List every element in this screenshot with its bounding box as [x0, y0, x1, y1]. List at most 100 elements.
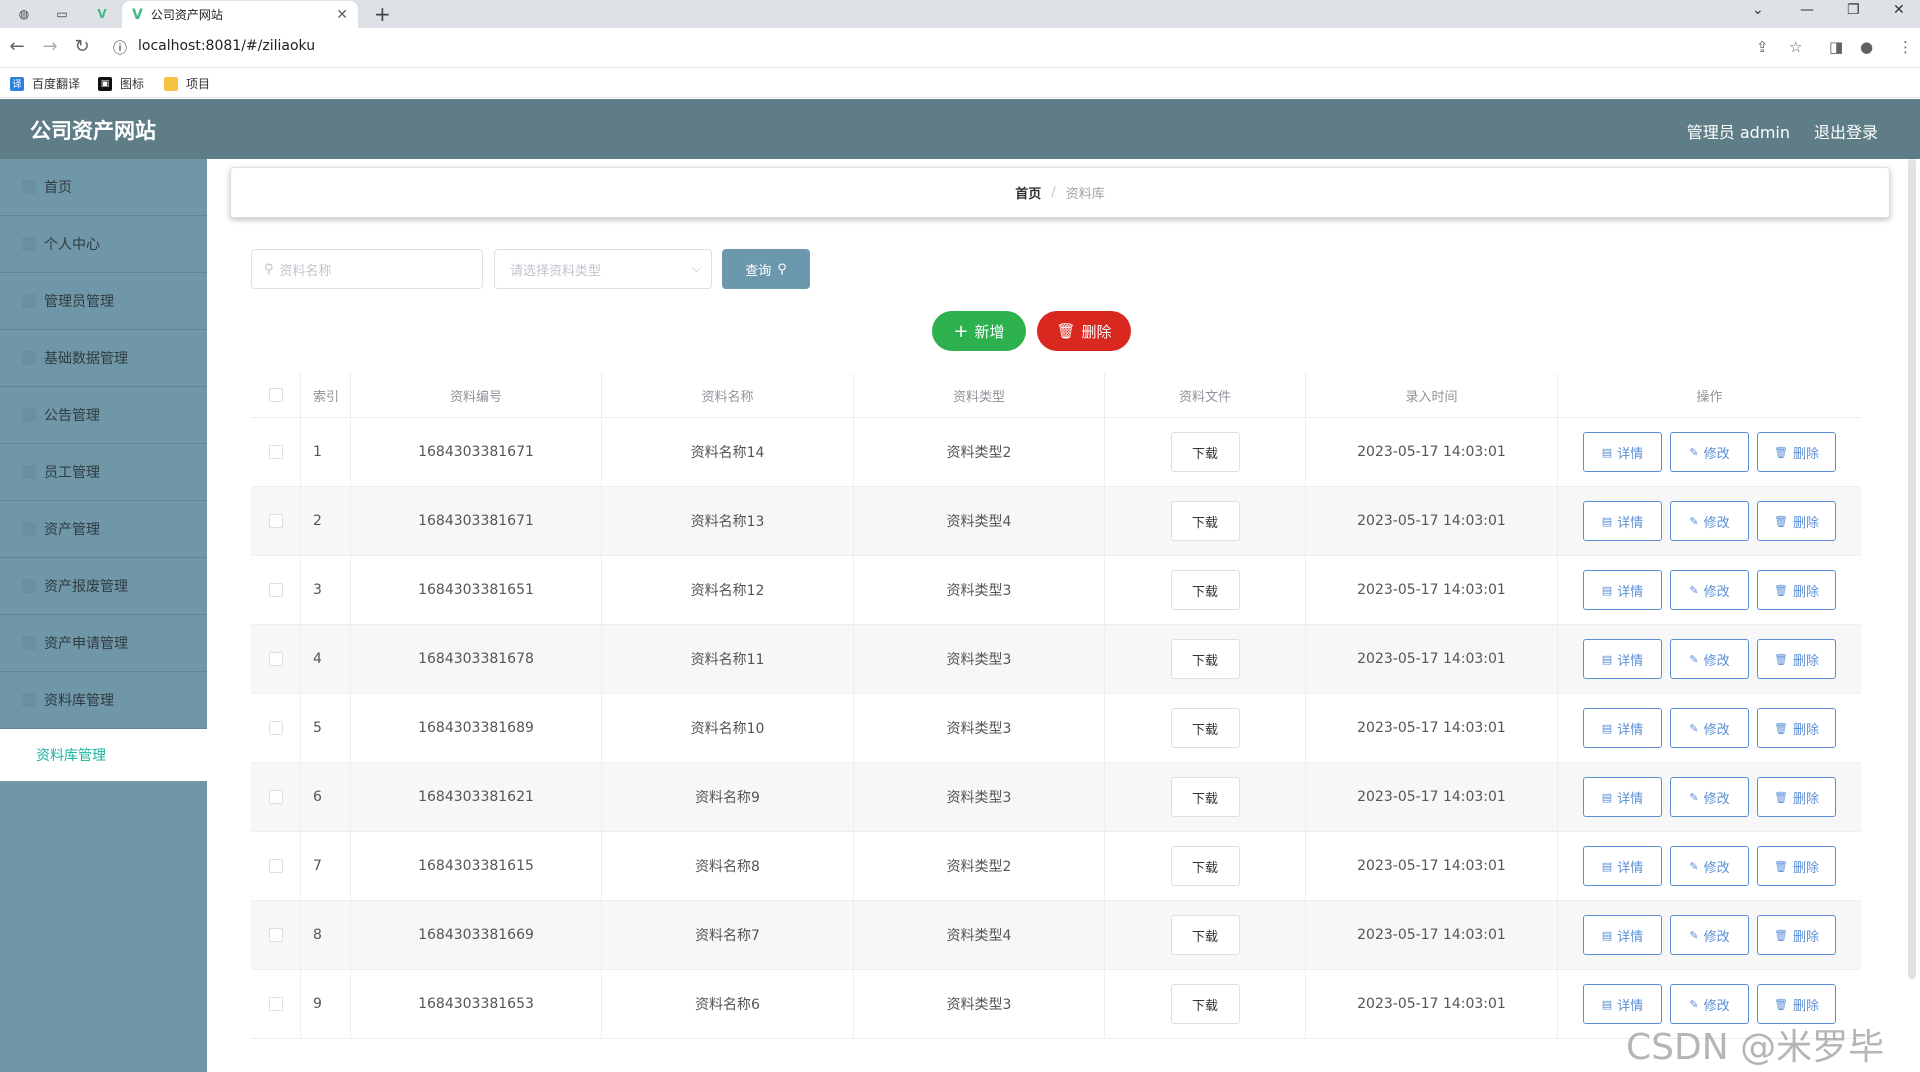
share-icon[interactable]: ⇪ [1756, 38, 1769, 56]
type-select[interactable]: 请选择资料类型 ⌵ [494, 249, 712, 289]
row-checkbox[interactable] [268, 514, 283, 528]
detail-button[interactable]: ▤ 详情 [1583, 915, 1662, 955]
sidebar-item-home[interactable]: 首页 [0, 159, 207, 216]
menu-dots-icon[interactable]: ⋮ [1898, 38, 1913, 56]
sidebar-item-profile[interactable]: 个人中心 [0, 216, 207, 273]
new-tab-icon[interactable]: + [374, 2, 391, 26]
row-delete-button[interactable]: 🗑 删除 [1757, 501, 1836, 541]
profile-icon[interactable]: ● [1860, 38, 1873, 56]
detail-button[interactable]: ▤ 详情 [1583, 432, 1662, 472]
restore-icon[interactable]: ❐ [1847, 2, 1860, 18]
batch-delete-button[interactable]: 🗑 删除 [1037, 311, 1131, 351]
row-delete-button[interactable]: 🗑 删除 [1757, 639, 1836, 679]
library-icon [22, 693, 36, 707]
row-delete-button[interactable]: 🗑 删除 [1757, 777, 1836, 817]
table-row: 4 1684303381678 资料名称11 资料类型3 下载 2023-05-17 14… [251, 625, 1861, 694]
row-checkbox[interactable] [268, 997, 283, 1011]
download-button[interactable]: 下载 [1170, 570, 1240, 610]
detail-button[interactable]: ▤ 详情 [1583, 846, 1662, 886]
row-checkbox[interactable] [268, 859, 283, 873]
minimize-icon[interactable]: — [1800, 2, 1814, 18]
edit-button[interactable]: ✎ 修改 [1670, 432, 1749, 472]
download-button[interactable]: 下载 [1170, 915, 1240, 955]
edit-button[interactable]: ✎ 修改 [1670, 501, 1749, 541]
logout-button[interactable]: 退出登录 [1814, 119, 1878, 143]
edit-button[interactable]: ✎ 修改 [1670, 570, 1749, 610]
row-delete-button[interactable]: 🗑 删除 [1757, 570, 1836, 610]
download-button[interactable]: 下载 [1170, 639, 1240, 679]
query-button[interactable]: 查询 ⚲ [722, 249, 810, 289]
row-delete-button[interactable]: 🗑 删除 [1757, 915, 1836, 955]
select-all-checkbox[interactable] [268, 388, 283, 402]
detail-button[interactable]: ▤ 详情 [1583, 570, 1662, 610]
row-checkbox[interactable] [268, 445, 283, 459]
download-button[interactable]: 下载 [1170, 708, 1240, 748]
sidebar-item-asset-apply[interactable]: 资产申请管理 [0, 615, 207, 672]
detail-button[interactable]: ▤ 详情 [1583, 501, 1662, 541]
document-icon: ▤ [1601, 445, 1613, 459]
download-button[interactable]: 下载 [1170, 777, 1240, 817]
row-file-cell: 下载 [1105, 832, 1306, 900]
detail-button[interactable]: ▤ 详情 [1583, 708, 1662, 748]
name-search-input[interactable]: ⚲ 资料名称 [251, 249, 483, 289]
sidebar-item-asset-scrap[interactable]: 资产报废管理 [0, 558, 207, 615]
table-row: 7 1684303381615 资料名称8 资料类型2 下载 2023-05-17 14:… [251, 832, 1861, 901]
detail-button[interactable]: ▤ 详情 [1583, 639, 1662, 679]
sidebar-item-base-data[interactable]: 基础数据管理 [0, 330, 207, 387]
add-button[interactable]: + 新增 [932, 311, 1026, 351]
detail-button[interactable]: ▤ 详情 [1583, 777, 1662, 817]
bookmark-project[interactable]: 项目 [164, 75, 210, 92]
forward-icon[interactable]: → [39, 36, 61, 57]
browser-tab-active[interactable]: V 公司资产网站 ✕ [122, 1, 358, 28]
close-icon[interactable]: ✕ [336, 7, 348, 23]
row-name: 资料名称7 [602, 901, 854, 969]
chevron-down-icon[interactable]: ⌄ [1752, 2, 1764, 18]
breadcrumb-separator: / [1051, 185, 1056, 200]
download-button[interactable]: 下载 [1170, 846, 1240, 886]
header-number: 资料编号 [351, 373, 602, 417]
bookmark-icons[interactable]: ▣ 图标 [98, 75, 144, 92]
row-checkbox[interactable] [268, 583, 283, 597]
breadcrumb-home[interactable]: 首页 [1015, 183, 1041, 202]
edit-button[interactable]: ✎ 修改 [1670, 777, 1749, 817]
sidebar-item-admins[interactable]: 管理员管理 [0, 273, 207, 330]
edit-button[interactable]: ✎ 修改 [1670, 915, 1749, 955]
info-icon[interactable]: ⓘ [113, 38, 127, 58]
edit-button[interactable]: ✎ 修改 [1670, 708, 1749, 748]
row-name: 资料名称6 [602, 970, 854, 1038]
close-window-icon[interactable]: ✕ [1893, 2, 1905, 18]
sidebar-item-notices[interactable]: 公告管理 [0, 387, 207, 444]
row-checkbox[interactable] [268, 721, 283, 735]
url-field[interactable]: localhost:8081/#/ziliaoku [138, 38, 315, 54]
tab-icon[interactable]: ▭ [52, 4, 72, 24]
row-delete-button[interactable]: 🗑 删除 [1757, 708, 1836, 748]
edit-button[interactable]: ✎ 修改 [1670, 846, 1749, 886]
row-type: 资料类型3 [854, 556, 1105, 624]
row-checkbox[interactable] [268, 928, 283, 942]
download-button[interactable]: 下载 [1170, 984, 1240, 1024]
sidebar-item-library[interactable]: 资料库管理 [0, 672, 207, 729]
download-button[interactable]: 下载 [1170, 432, 1240, 472]
document-icon: ▤ [1601, 652, 1613, 666]
row-delete-button[interactable]: 🗑 删除 [1757, 432, 1836, 472]
sidebar-item-assets[interactable]: 资产管理 [0, 501, 207, 558]
page-scrollbar[interactable] [1908, 159, 1916, 979]
download-button[interactable]: 下载 [1170, 501, 1240, 541]
document-icon: ▤ [1601, 514, 1613, 528]
edit-button[interactable]: ✎ 修改 [1670, 639, 1749, 679]
row-checkbox[interactable] [268, 652, 283, 666]
reload-icon[interactable]: ↻ [71, 36, 93, 57]
row-delete-button[interactable]: 🗑 删除 [1757, 846, 1836, 886]
row-index: 3 [301, 556, 351, 624]
home-icon [22, 180, 36, 194]
vue-logo-icon[interactable]: V [92, 4, 112, 24]
globe-icon[interactable]: ◍ [14, 4, 34, 24]
sidebar-item-staff[interactable]: 员工管理 [0, 444, 207, 501]
sidebar-subitem-library[interactable]: 资料库管理 [0, 729, 207, 781]
back-icon[interactable]: ← [6, 36, 28, 57]
sidepanel-icon[interactable]: ◨ [1829, 38, 1843, 56]
row-index: 5 [301, 694, 351, 762]
row-checkbox[interactable] [268, 790, 283, 804]
star-icon[interactable]: ☆ [1789, 38, 1802, 56]
bookmark-baidu-translate[interactable]: 译 百度翻译 [10, 75, 80, 92]
